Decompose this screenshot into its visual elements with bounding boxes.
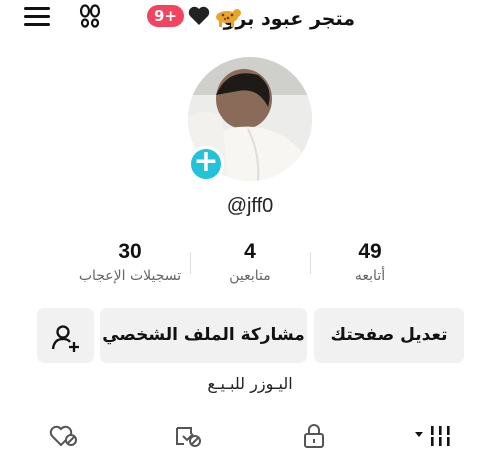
add-user-icon: [51, 321, 81, 376]
top-bar: متجر عبود برو 9+: [0, 0, 500, 34]
following-label: أتابعه: [354, 268, 386, 284]
profile-title[interactable]: متجر عبود برو 9+: [145, 4, 355, 32]
username: @jff0: [226, 195, 274, 217]
leopard-icon: [213, 4, 242, 28]
followers-label: متابعين: [229, 268, 271, 284]
lock-icon[interactable]: [300, 424, 330, 448]
likes-label: تسجيلات الإعجاب: [78, 268, 182, 284]
notification-badge[interactable]: 9+: [147, 5, 185, 27]
liked-icon[interactable]: [48, 424, 78, 448]
page-title: متجر عبود برو: [223, 8, 355, 30]
stat-divider: [310, 252, 311, 274]
profile-tabs: [0, 420, 500, 450]
avatar-container: +: [188, 57, 312, 182]
bio-text: اليـوزر للبـيـع: [207, 374, 293, 393]
stat-divider: [190, 252, 191, 274]
edit-profile-button[interactable]: تعديل صفحتك: [314, 308, 464, 363]
add-avatar-button[interactable]: +: [188, 146, 224, 182]
likes-count: 30: [118, 240, 142, 263]
videos-grid-icon[interactable]: [413, 424, 455, 448]
black-heart-icon: [187, 4, 213, 28]
followers-count: 4: [244, 240, 256, 263]
stat-following[interactable]: 49 أتابعه: [310, 240, 430, 284]
stat-followers[interactable]: 4 متابعين: [190, 240, 310, 284]
share-profile-button[interactable]: مشاركة الملف الشخصي: [100, 308, 307, 363]
reposts-icon[interactable]: [173, 424, 203, 448]
menu-icon[interactable]: [24, 5, 50, 27]
footprint-icon[interactable]: [76, 3, 104, 31]
add-friend-button[interactable]: [37, 308, 94, 363]
following-count: 49: [358, 240, 382, 263]
stat-likes[interactable]: 30 تسجيلات الإعجاب: [70, 240, 190, 284]
